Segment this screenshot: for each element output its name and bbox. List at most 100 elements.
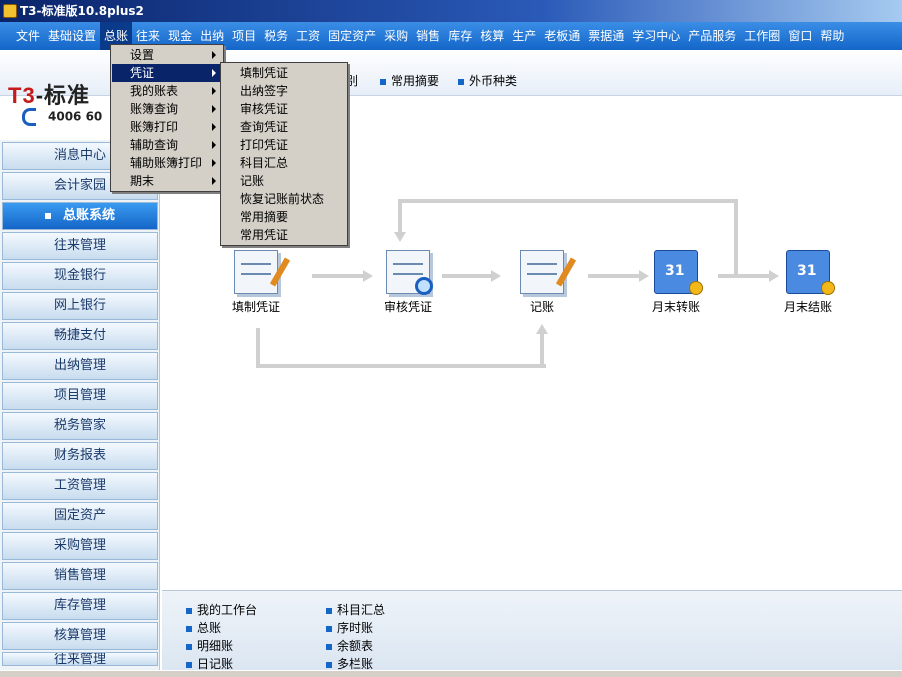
sidebar-item-label: 工资管理: [53, 478, 106, 493]
hotline-number: 4006 60: [48, 109, 103, 124]
sidebar-item-label: 库存管理: [53, 598, 106, 613]
post-ledger-icon: [520, 250, 577, 294]
sidebar-item-label: 出纳管理: [53, 358, 106, 373]
menu-9[interactable]: 固定资产: [324, 22, 380, 50]
bottom-link-balance[interactable]: 余额表: [326, 637, 373, 654]
flow-arrow: [394, 232, 406, 242]
sidebar-item-7[interactable]: 出纳管理: [2, 352, 158, 380]
bullet-icon: [458, 78, 464, 85]
menu-7[interactable]: 税务: [260, 22, 292, 50]
sidebar-item-label: 销售管理: [53, 568, 106, 583]
sidebar-item-label: 消息中心: [53, 148, 106, 163]
gl-menu-item-6[interactable]: 辅助账簿打印: [112, 154, 222, 172]
sidebar-item-9[interactable]: 税务管家: [2, 412, 158, 440]
sidebar-item-label: 往来管理: [53, 238, 106, 253]
sidebar-item-11[interactable]: 工资管理: [2, 472, 158, 500]
menu-20[interactable]: 窗口: [784, 22, 816, 50]
bullet-icon: [186, 643, 192, 650]
sidebar-item-16[interactable]: 核算管理: [2, 622, 158, 650]
gl-menu-item-7[interactable]: 期末: [112, 172, 222, 190]
flow-line: [256, 364, 546, 368]
window-title: T3-标准版10.8plus2: [20, 4, 144, 18]
sidebar-item-label: 采购管理: [53, 538, 106, 553]
menu-1[interactable]: 基础设置: [44, 22, 100, 50]
menu-0[interactable]: 文件: [12, 22, 44, 50]
menu-17[interactable]: 学习中心: [628, 22, 684, 50]
flow-arrow: [491, 270, 501, 282]
menu-14[interactable]: 生产: [508, 22, 540, 50]
audit-voucher-icon: [386, 250, 433, 295]
voucher-menu-item-3[interactable]: 查询凭证: [222, 118, 346, 136]
voucher-menu-item-1[interactable]: 出纳签字: [222, 82, 346, 100]
flow-node-month-end-close[interactable]: 31 月末结账: [768, 250, 848, 315]
menu-18[interactable]: 产品服务: [684, 22, 740, 50]
submenu-arrow-icon: [212, 159, 216, 167]
menu-10[interactable]: 采购: [380, 22, 412, 50]
flow-line: [256, 328, 260, 368]
voucher-menu-item-5[interactable]: 科目汇总: [222, 154, 346, 172]
sidebar-item-label: 现金银行: [53, 268, 106, 283]
sidebar-item-3[interactable]: 往来管理: [2, 232, 158, 260]
sidebar-item-15[interactable]: 库存管理: [2, 592, 158, 620]
sidebar-item-17[interactable]: 往来管理: [2, 652, 158, 666]
sidebar-item-label: 项目管理: [53, 388, 106, 403]
flow-line: [398, 199, 738, 203]
menu-6[interactable]: 项目: [228, 22, 260, 50]
flow-line: [442, 274, 492, 278]
menu-8[interactable]: 工资: [292, 22, 324, 50]
flow-line: [588, 274, 640, 278]
gl-menu-item-4[interactable]: 账簿打印: [112, 118, 222, 136]
gl-menu-item-1[interactable]: 凭证: [112, 64, 222, 82]
bottom-link-chronological[interactable]: 序时账: [326, 619, 373, 636]
submenu-arrow-icon: [212, 87, 216, 95]
menu-21[interactable]: 帮助: [816, 22, 848, 50]
menu-11[interactable]: 销售: [412, 22, 444, 50]
bullet-icon: [186, 607, 192, 614]
flow-node-post[interactable]: 记账: [502, 250, 582, 315]
voucher-menu-item-2[interactable]: 审核凭证: [222, 100, 346, 118]
sidebar-item-14[interactable]: 销售管理: [2, 562, 158, 590]
voucher-menu-item-9[interactable]: 常用凭证: [222, 226, 346, 244]
flow-node-fill-voucher[interactable]: 填制凭证: [216, 250, 296, 315]
flow-node-month-end-transfer[interactable]: 31 月末转账: [636, 250, 716, 315]
voucher-menu-item-4[interactable]: 打印凭证: [222, 136, 346, 154]
selected-marker-icon: [44, 212, 51, 219]
gl-menu-item-0[interactable]: 设置: [112, 46, 222, 64]
voucher-menu-item-7[interactable]: 恢复记账前状态: [222, 190, 346, 208]
bottom-link-account-summary[interactable]: 科目汇总: [326, 601, 385, 618]
sidebar-item-4[interactable]: 现金银行: [2, 262, 158, 290]
bottom-link-general-ledger[interactable]: 总账: [186, 619, 221, 636]
gl-menu-item-2[interactable]: 我的账表: [112, 82, 222, 100]
gl-menu-item-3[interactable]: 账簿查询: [112, 100, 222, 118]
sidebar-item-6[interactable]: 畅捷支付: [2, 322, 158, 350]
menu-16[interactable]: 票据通: [584, 22, 628, 50]
sidebar-item-label: 往来管理: [53, 652, 106, 666]
sidebar-item-12[interactable]: 固定资产: [2, 502, 158, 530]
flow-line: [398, 199, 402, 234]
title-bar: T3-标准版10.8plus2: [0, 0, 902, 22]
quick-link-currency[interactable]: 外币种类: [458, 72, 517, 89]
logo-edition: -标准: [35, 83, 91, 108]
bottom-link-workbench[interactable]: 我的工作台: [186, 601, 257, 618]
sidebar-item-10[interactable]: 财务报表: [2, 442, 158, 470]
voucher-menu-item-6[interactable]: 记账: [222, 172, 346, 190]
menu-19[interactable]: 工作圈: [740, 22, 784, 50]
bottom-links-panel: 我的工作台 总账 明细账 日记账 科目汇总 序时账 余额表 多栏账: [162, 590, 902, 671]
menu-15[interactable]: 老板通: [540, 22, 584, 50]
submenu-arrow-icon: [212, 123, 216, 131]
sidebar-item-2[interactable]: 总账系统: [2, 202, 158, 230]
voucher-menu-item-0[interactable]: 填制凭证: [222, 64, 346, 82]
menu-12[interactable]: 库存: [444, 22, 476, 50]
bottom-link-detail-ledger[interactable]: 明细账: [186, 637, 233, 654]
sidebar-item-13[interactable]: 采购管理: [2, 532, 158, 560]
sidebar-item-label: 财务报表: [53, 448, 106, 463]
quick-link-common-summary[interactable]: 常用摘要: [380, 72, 439, 89]
sidebar-item-8[interactable]: 项目管理: [2, 382, 158, 410]
fill-voucher-icon: [234, 250, 291, 294]
sidebar-item-5[interactable]: 网上银行: [2, 292, 158, 320]
voucher-menu-item-8[interactable]: 常用摘要: [222, 208, 346, 226]
sidebar-item-label: 核算管理: [53, 628, 106, 643]
flow-node-audit-voucher[interactable]: 审核凭证: [368, 250, 448, 315]
menu-13[interactable]: 核算: [476, 22, 508, 50]
gl-menu-item-5[interactable]: 辅助查询: [112, 136, 222, 154]
